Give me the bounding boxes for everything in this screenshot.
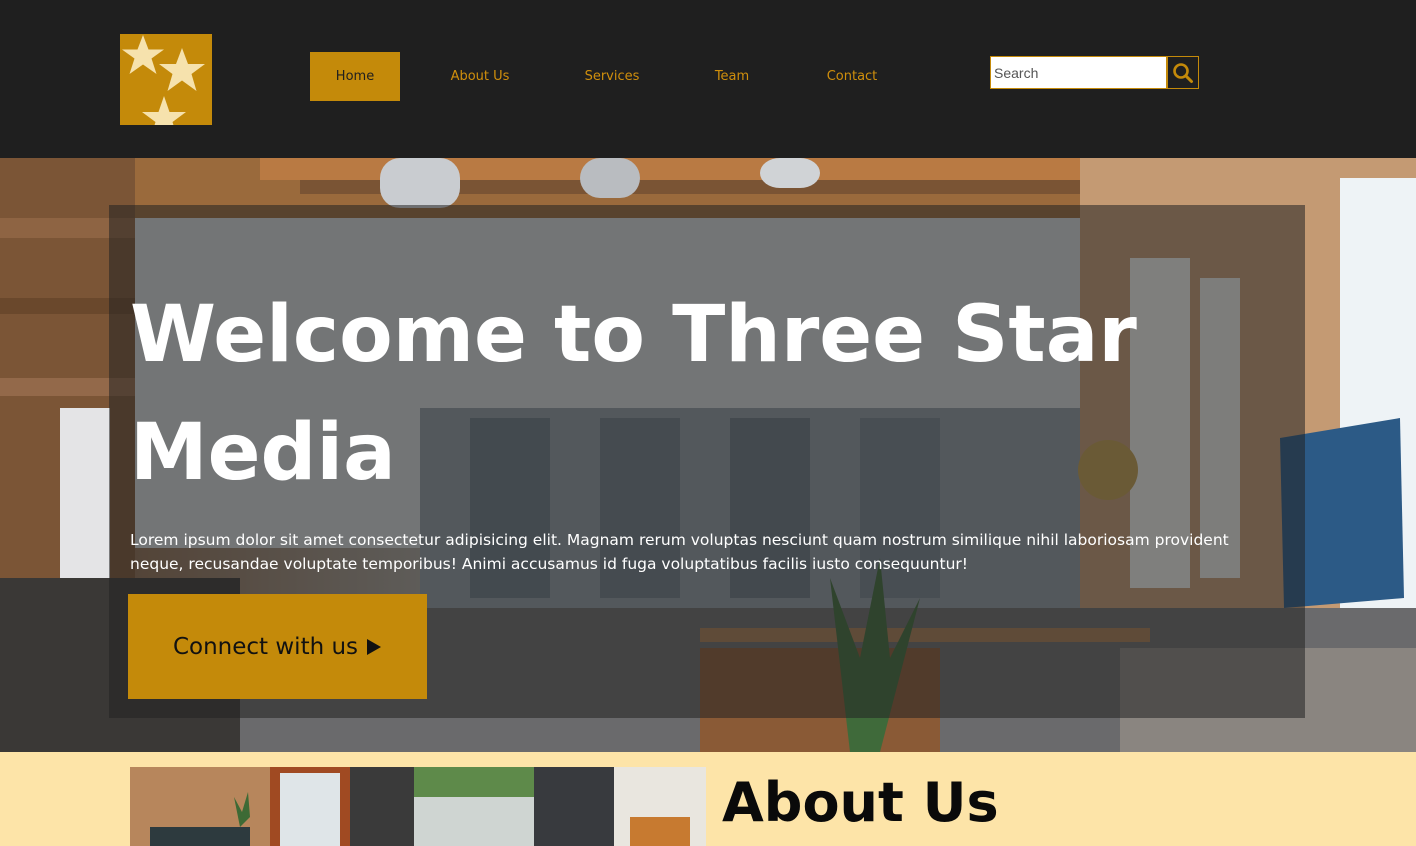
- about-section: About Us: [0, 752, 1416, 846]
- hero-description: Lorem ipsum dolor sit amet consectetur a…: [130, 531, 1229, 573]
- nav-about-us[interactable]: About Us: [430, 52, 530, 101]
- nav-home[interactable]: Home: [310, 52, 400, 101]
- connect-button-label: Connect with us: [172, 633, 359, 660]
- search-input[interactable]: [990, 56, 1167, 89]
- hero-section: Welcome to Three Star Media Lorem ipsum …: [0, 158, 1416, 752]
- about-image-graphic: [130, 767, 706, 846]
- three-stars-logo[interactable]: [120, 34, 212, 125]
- nav-services[interactable]: Services: [562, 52, 662, 101]
- play-arrow-icon: [367, 638, 382, 655]
- about-title: About Us: [722, 771, 999, 834]
- about-office-image: [130, 767, 706, 846]
- stars-icon: [122, 35, 205, 125]
- search-icon: [1173, 62, 1193, 83]
- site-header: Home About Us Services Team Contact: [0, 0, 1416, 158]
- nav-team[interactable]: Team: [682, 52, 782, 101]
- nav-contact[interactable]: Contact: [802, 52, 902, 101]
- search-button[interactable]: [1167, 56, 1199, 89]
- connect-button[interactable]: Connect with us: [128, 594, 427, 699]
- hero-title: Welcome to Three Star Media: [130, 290, 1137, 498]
